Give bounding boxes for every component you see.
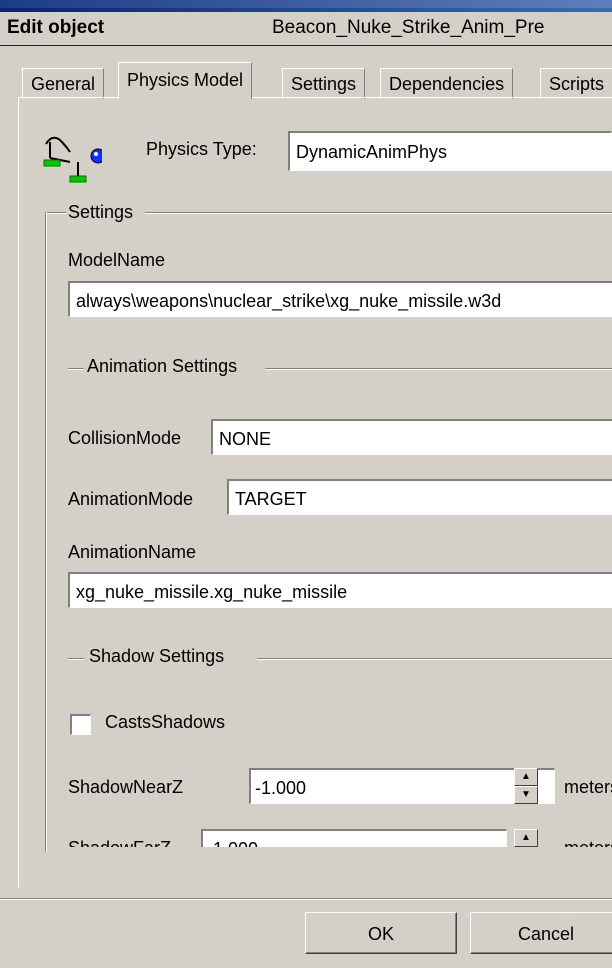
spin-up-icon[interactable]: ▲ (514, 768, 538, 786)
model-name-label: ModelName (68, 250, 166, 270)
object-name: Beacon_Nuke_Strike_Anim_Pre (272, 17, 545, 38)
casts-shadows-label: CastsShadows (105, 712, 226, 732)
shadow-far-label: ShadowFarZ (68, 838, 171, 847)
animation-name-field[interactable]: xg_nuke_missile.xg_nuke_missile (68, 572, 612, 608)
spin-down-icon[interactable]: ▼ (514, 786, 538, 804)
tab-scripts[interactable]: Scripts (540, 68, 612, 99)
button-bar-separator (0, 898, 612, 900)
physics-model-icon (42, 132, 106, 184)
shadow-group-label: Shadow Settings (89, 646, 225, 666)
ok-button[interactable]: OK (305, 912, 457, 954)
casts-shadows-checkbox[interactable] (70, 714, 91, 735)
animation-mode-field[interactable]: TARGET (227, 479, 612, 515)
settings-scroll-area[interactable]: ModelName always\weapons\nuclear_strike\… (45, 192, 612, 847)
shadow-far-unit: meters (564, 838, 612, 847)
tab-settings[interactable]: Settings (282, 68, 366, 99)
animation-mode-label: AnimationMode (68, 489, 194, 509)
physics-type-label: Physics Type: (146, 139, 257, 159)
animation-group-line-left (68, 368, 84, 370)
cancel-button[interactable]: Cancel (470, 912, 612, 954)
shadow-group-line-left (68, 658, 84, 660)
collision-mode-label: CollisionMode (68, 428, 182, 448)
animation-group-label: Animation Settings (87, 356, 238, 376)
window-title: Edit object (7, 17, 105, 38)
model-name-field[interactable]: always\weapons\nuclear_strike\xg_nuke_mi… (68, 281, 612, 317)
spin-up-icon[interactable]: ▲ (514, 829, 538, 847)
tab-general[interactable]: General (22, 68, 105, 99)
titlebar-stripe (0, 0, 612, 8)
animation-group-line-right (265, 368, 612, 370)
shadow-far-spinner[interactable]: ▲ ▼ (514, 829, 538, 847)
shadow-group-line-right (257, 658, 612, 660)
tab-physics-model[interactable]: Physics Model (118, 62, 253, 99)
animation-name-label: AnimationName (68, 542, 197, 562)
shadow-near-unit: meters (564, 777, 612, 797)
collision-mode-field[interactable]: NONE (211, 419, 612, 455)
shadow-far-field[interactable]: -1.000 (201, 829, 507, 847)
physics-type-field[interactable]: DynamicAnimPhys (288, 131, 612, 171)
tab-dependencies[interactable]: Dependencies (380, 68, 514, 99)
shadow-near-label: ShadowNearZ (68, 777, 184, 797)
shadow-near-field[interactable]: -1.000 (249, 768, 555, 804)
shadow-near-spinner[interactable]: ▲ ▼ (514, 768, 538, 804)
